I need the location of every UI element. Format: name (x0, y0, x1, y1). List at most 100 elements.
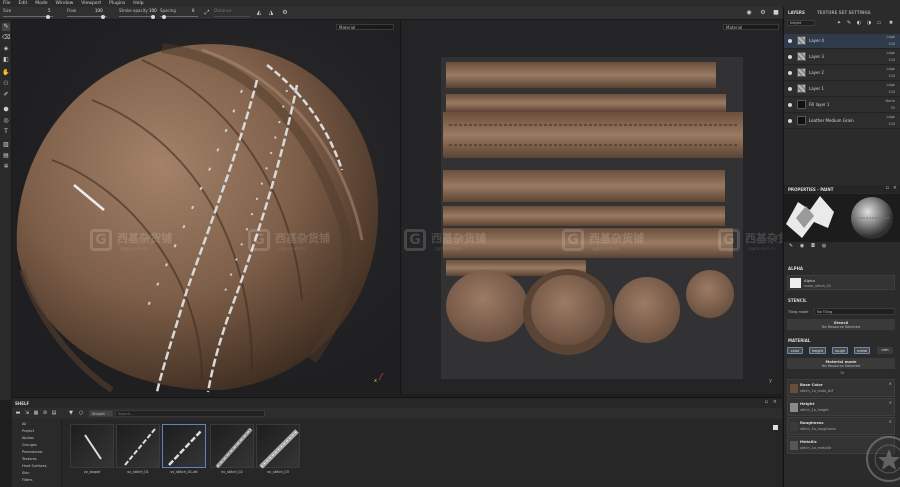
filter-tag[interactable]: Shapes (89, 410, 113, 417)
stroke-opacity-value[interactable]: 100 (149, 8, 157, 13)
layer-row[interactable]: Layer 1 Ldge 100 (784, 82, 900, 97)
add-paint-layer-icon[interactable]: ✎ (846, 20, 852, 26)
display-settings-icon[interactable]: ⚙ (760, 10, 766, 16)
paint-brush-icon[interactable]: ✎ (2, 23, 10, 31)
size-slider-knob[interactable] (46, 14, 50, 19)
geometry-mask-icon[interactable]: ◧ (2, 56, 10, 64)
add-fill-layer-icon[interactable]: ◐ (856, 20, 862, 26)
shelf-item-thumbnail[interactable] (70, 424, 114, 468)
layer-opacity[interactable]: 100 (888, 74, 895, 78)
smudge-icon[interactable]: ✋ (2, 69, 10, 77)
folder-icon[interactable]: ▬ (15, 410, 21, 416)
camera-icon[interactable]: ◉ (746, 10, 752, 16)
display-icon[interactable]: ✲ (2, 163, 10, 171)
panel-float-icon[interactable]: ▫ (886, 185, 889, 191)
shelf-item-thumbnail[interactable] (210, 424, 254, 469)
category-grunges[interactable]: Grunges (22, 443, 37, 447)
delete-layer-icon[interactable]: ✖ (888, 20, 894, 26)
layer-row[interactable]: Layer 3 Ldge 100 (784, 50, 900, 65)
layer-blend-mode[interactable]: Ldge (886, 83, 895, 87)
spacing-value[interactable]: 6 (192, 8, 195, 13)
layer-opacity[interactable]: 100 (888, 58, 895, 62)
slot-close-icon[interactable]: × (889, 400, 892, 405)
text-tool-icon[interactable]: T (2, 128, 10, 136)
shelf-item-thumbnail[interactable] (256, 424, 300, 469)
layer-blend-mode[interactable]: Norm (885, 99, 895, 103)
channel-dropdown[interactable]: height (787, 20, 815, 26)
spacing-slider-knob[interactable] (162, 14, 166, 19)
menu-mode[interactable]: Mode (35, 1, 47, 6)
tiling-mode-dropdown[interactable]: No Tiling (814, 308, 895, 315)
tab-layers[interactable]: LAYERS (788, 10, 805, 15)
size-value[interactable]: 5 (48, 8, 51, 13)
mirror-icon[interactable]: ◮ (268, 10, 274, 16)
shelf-item-thumbnail[interactable] (116, 424, 160, 468)
layer-opacity[interactable]: 100 (888, 42, 895, 46)
add-mask-icon[interactable]: ◑ (866, 20, 872, 26)
channel-toggle-color[interactable]: color (787, 347, 803, 354)
projection-icon[interactable]: ◈ (2, 45, 10, 53)
layer-row[interactable]: Layer 2 Ldge 100 (784, 66, 900, 81)
brush-tab-icon[interactable]: ✎ (788, 243, 794, 249)
menu-viewport[interactable]: Viewport (81, 1, 101, 6)
category-alphas[interactable]: Alphas (22, 436, 34, 440)
color-picker-icon[interactable]: ✐ (2, 91, 10, 99)
symmetry-icon[interactable]: ◭ (256, 10, 262, 16)
layer-blend-mode[interactable]: Ldge (886, 115, 895, 119)
visibility-eye-icon[interactable] (788, 55, 792, 59)
eraser-icon[interactable]: ⌫ (2, 34, 10, 42)
layer-blend-mode[interactable]: Ldge (886, 51, 895, 55)
category-all[interactable]: All (22, 422, 26, 426)
menu-help[interactable]: Help (133, 1, 143, 6)
menu-window[interactable]: Window (56, 1, 74, 6)
shelf-search-input[interactable] (115, 410, 265, 417)
flow-value[interactable]: 100 (95, 8, 103, 13)
lazy-mouse-icon[interactable]: ⤢ (204, 10, 210, 16)
alpha-tab-icon[interactable]: ◉ (799, 243, 805, 249)
visibility-eye-icon[interactable] (788, 119, 792, 123)
clone-icon[interactable]: ⚇ (2, 80, 10, 88)
visibility-eye-icon[interactable] (788, 87, 792, 91)
height-slot[interactable]: Height stitch_1a_height × (787, 398, 895, 416)
stroke-opacity-slider[interactable] (119, 16, 155, 17)
channel-toggle-height[interactable]: height (809, 347, 826, 354)
viewport-3d[interactable]: Material x (12, 20, 400, 394)
import-icon[interactable]: ⇲ (24, 410, 30, 416)
shelf-float-icon[interactable]: ▫ (765, 399, 768, 405)
alpha-slot[interactable]: Alpha mask_stitch_01 (787, 275, 895, 290)
flow-slider-knob[interactable] (101, 14, 105, 19)
tab-texture-set-settings[interactable]: TEXTURE SET SETTINGS (817, 10, 871, 15)
channel-toggle-rough[interactable]: rough (832, 347, 848, 354)
layer-row[interactable]: Leather Medium Grain Ldge 100 (784, 114, 900, 129)
shelf-scroll-indicator[interactable] (773, 425, 778, 430)
menu-edit[interactable]: Edit (19, 1, 28, 6)
image-icon[interactable]: ▨ (2, 141, 10, 149)
visibility-eye-icon[interactable] (788, 103, 792, 107)
category-procedurals[interactable]: Procedurals (22, 450, 42, 454)
category-skin[interactable]: Skin (22, 471, 29, 475)
panel-close-icon[interactable]: × (893, 185, 897, 191)
stencil-slot[interactable]: Stencil No Resource Selected (787, 319, 895, 330)
category-filters[interactable]: Filters (22, 478, 33, 482)
list-view-icon[interactable]: ▤ (51, 410, 57, 416)
viewport-2d[interactable]: Material y (400, 20, 782, 394)
material-mode-slot[interactable]: Material mode No Resource Selected (787, 358, 895, 369)
category-textures[interactable]: Textures (22, 457, 37, 461)
distance-slider[interactable] (214, 16, 250, 17)
hide-icon[interactable]: ⊘ (42, 410, 48, 416)
layer-opacity[interactable]: 35 (891, 106, 895, 110)
visibility-eye-icon[interactable] (788, 39, 792, 43)
layer-blend-mode[interactable]: Ldge (886, 67, 895, 71)
category-project[interactable]: Project (22, 429, 34, 433)
filter-icon[interactable]: ▼ (68, 410, 74, 416)
shelf-close-icon[interactable]: × (773, 399, 777, 405)
menu-plugins[interactable]: Plugins (109, 1, 125, 6)
menu-file[interactable]: File (3, 1, 11, 6)
layer-row[interactable]: Layer 4 Ldge 100 (784, 34, 900, 49)
bake-icon[interactable]: ◎ (2, 117, 10, 125)
add-effect-icon[interactable]: ✦ (836, 20, 842, 26)
category-hard-surfaces[interactable]: Hard Surfaces (22, 464, 47, 468)
clear-filter-icon[interactable]: ○ (78, 410, 84, 416)
material-tab-icon[interactable]: ◍ (821, 243, 827, 249)
layer-blend-mode[interactable]: Ldge (886, 35, 895, 39)
